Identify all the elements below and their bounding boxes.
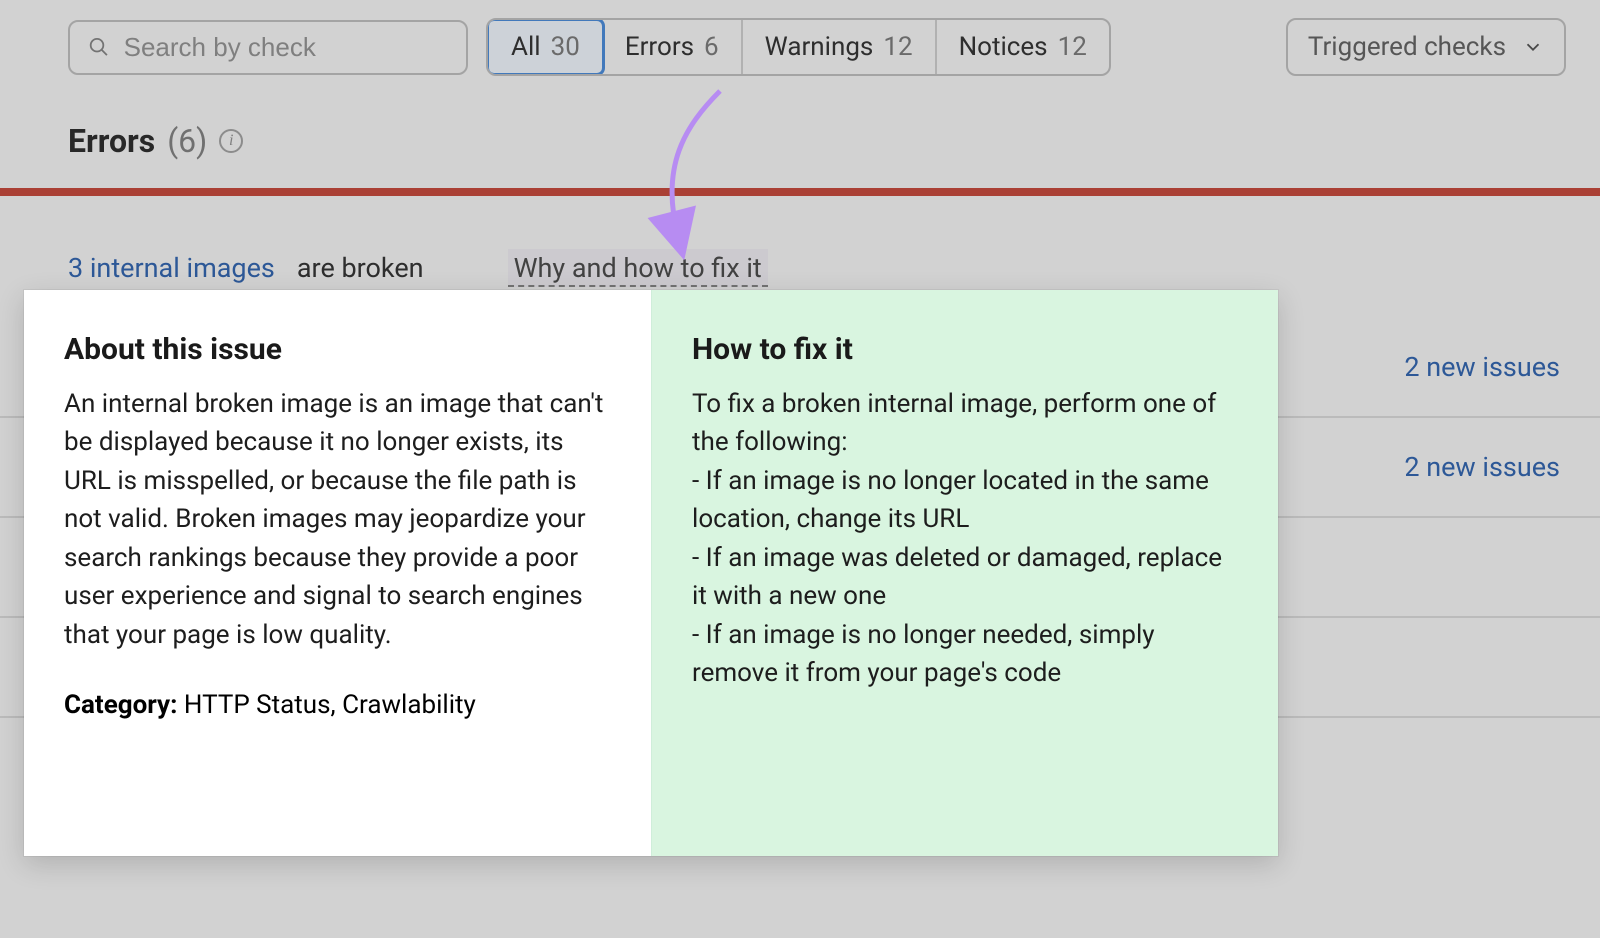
about-title: About this issue: [64, 332, 611, 367]
search-icon: [88, 35, 110, 59]
tab-count: 12: [1058, 32, 1087, 62]
section-count: (6): [167, 122, 207, 160]
why-and-how-link[interactable]: Why and how to fix it: [508, 249, 768, 287]
fix-title: How to fix it: [692, 332, 1238, 367]
dropdown-label: Triggered checks: [1308, 32, 1506, 62]
tab-count: 6: [704, 32, 719, 62]
tab-notices[interactable]: Notices 12: [937, 20, 1109, 74]
section-title: Errors: [68, 122, 155, 160]
triggered-checks-dropdown[interactable]: Triggered checks: [1286, 18, 1566, 76]
tab-all[interactable]: All 30: [486, 18, 605, 76]
info-icon[interactable]: i: [219, 129, 243, 153]
tab-count: 30: [551, 32, 580, 62]
tab-label: Warnings: [765, 32, 874, 62]
tab-count: 12: [883, 32, 912, 62]
issue-link[interactable]: 3 internal images: [68, 252, 275, 284]
tab-label: Errors: [625, 32, 694, 62]
new-issues-link[interactable]: 2 new issues: [1404, 451, 1560, 483]
toolbar: All 30 Errors 6 Warnings 12 Notices 12 T…: [0, 18, 1600, 98]
chevron-down-icon: [1522, 36, 1544, 58]
search-input[interactable]: [124, 32, 448, 63]
filter-tabs: All 30 Errors 6 Warnings 12 Notices 12: [486, 18, 1111, 76]
tab-errors[interactable]: Errors 6: [603, 20, 743, 74]
about-body: An internal broken image is an image tha…: [64, 385, 611, 654]
issue-text: are broken: [297, 252, 424, 284]
tab-label: Notices: [959, 32, 1048, 62]
category-value: HTTP Status, Crawlability: [184, 690, 476, 720]
new-issues-link[interactable]: 2 new issues: [1404, 351, 1560, 383]
category-line: Category: HTTP Status, Crawlability: [64, 690, 611, 720]
search-box[interactable]: [68, 20, 468, 75]
tab-label: All: [511, 32, 541, 62]
fix-body: To fix a broken internal image, perform …: [692, 385, 1238, 693]
category-label: Category:: [64, 690, 177, 720]
error-divider: [0, 188, 1600, 196]
about-panel: About this issue An internal broken imag…: [24, 290, 651, 856]
section-header: Errors (6) i: [0, 98, 1600, 188]
fix-panel: How to fix it To fix a broken internal i…: [651, 290, 1278, 856]
tab-warnings[interactable]: Warnings 12: [743, 20, 937, 74]
issue-explainer-popup: About this issue An internal broken imag…: [24, 290, 1278, 856]
